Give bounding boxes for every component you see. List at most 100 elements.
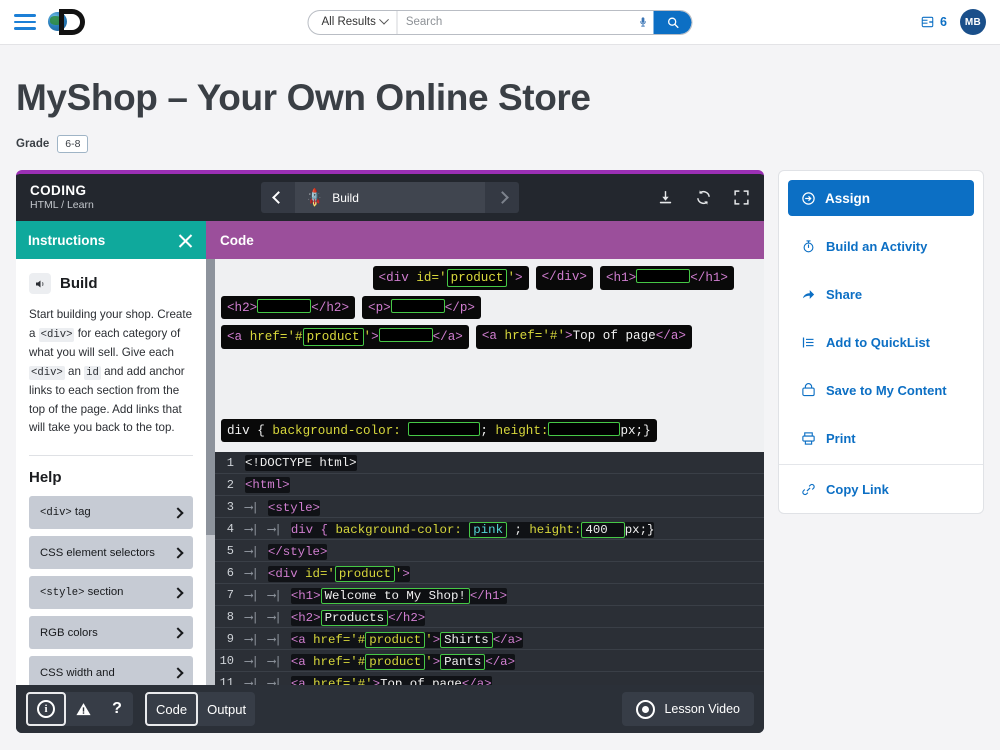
line-content[interactable]: ⟶| ⟶| <h1> Welcome to My Shop! </h1> <box>241 587 508 604</box>
speaker-icon[interactable] <box>29 273 51 294</box>
code-line[interactable]: 9 ⟶| ⟶| <a href='# product '> Shirts </a> <box>215 628 764 651</box>
line-content[interactable]: ⟶| ⟶| div { background-color: pink ; heigh… <box>241 521 655 538</box>
top-navigation-bar: All Results 6 MB <box>0 0 1000 45</box>
discovery-education-logo[interactable] <box>48 7 90 37</box>
print-button[interactable]: Print <box>788 414 974 462</box>
line-content[interactable]: ⟶| <div id=' product '> <box>241 565 410 582</box>
next-step-button[interactable] <box>485 182 519 213</box>
quicklist-button[interactable]: 6 <box>920 15 947 29</box>
chevron-right-icon <box>172 507 184 519</box>
search-bar: All Results <box>307 9 693 35</box>
help-item-label: CSS width and <box>40 666 115 679</box>
line-number: 5 <box>226 543 234 558</box>
code-line[interactable]: 2 <html> <box>215 474 764 497</box>
help-item-4[interactable]: RGB colors <box>29 616 193 650</box>
code-line[interactable]: 1 <!DOCTYPE html> <box>215 452 764 475</box>
help-item-2[interactable]: CSS element selectors <box>29 536 193 570</box>
line-content[interactable]: <!DOCTYPE html> <box>241 454 357 471</box>
save-to-my-content-button[interactable]: Save to My Content <box>788 366 974 414</box>
build-activity-button[interactable]: Build an Activity <box>788 222 974 270</box>
instructions-heading: Build <box>60 275 98 292</box>
share-button[interactable]: Share <box>788 270 974 318</box>
step-name: Build <box>332 190 359 205</box>
divider <box>29 455 193 457</box>
line-content[interactable]: ⟶| ⟶| <h2> Products </h2> <box>241 609 426 626</box>
tab-code-view[interactable]: Code <box>145 692 199 726</box>
snippet-h1[interactable]: <h1> </h1> <box>599 266 734 291</box>
line-content[interactable]: ⟶| <style> <box>241 499 320 516</box>
search-scope-dropdown[interactable]: All Results <box>309 11 397 34</box>
snippet-div-close[interactable]: </div> <box>535 266 593 291</box>
snippet-css-rule[interactable]: div { background-color: ; height: px;} <box>221 419 657 443</box>
lesson-video-button[interactable]: Lesson Video <box>622 692 754 726</box>
print-label: Print <box>826 430 856 446</box>
code-editor[interactable]: 1 <!DOCTYPE html> 2 <html> 3 ⟶| <style> 4 ⟶| ⟶| di… <box>215 452 764 699</box>
copy-link-button[interactable]: Copy Link <box>788 465 974 513</box>
code-line[interactable]: 6 ⟶| <div id=' product '> <box>215 562 764 585</box>
widget-kicker: CODING <box>30 183 87 199</box>
snippet-anchor-product[interactable]: <a href='# product '> </a> <box>221 325 469 350</box>
code-line[interactable]: 8 ⟶| ⟶| <h2> Products </h2> <box>215 606 764 629</box>
scrollbar-thumb[interactable] <box>206 259 215 535</box>
share-arrow-icon <box>802 289 815 299</box>
add-to-quicklist-button[interactable]: Add to QuickList <box>788 318 974 366</box>
line-number: 7 <box>226 587 234 602</box>
snippet-row: <div id=' product '> </div> <h1> </h1> <box>221 266 758 291</box>
info-button[interactable]: i <box>26 692 66 726</box>
inline-code: <div> <box>29 365 65 380</box>
help-item-label: RGB colors <box>40 626 98 639</box>
line-number: 2 <box>226 477 234 492</box>
avatar-initials: MB <box>964 16 982 28</box>
grade-row: Grade 6-8 <box>16 135 1000 153</box>
link-icon <box>802 483 815 495</box>
microphone-icon[interactable] <box>632 15 654 29</box>
line-content[interactable]: ⟶| ⟶| <a href='# product '> Pants </a> <box>241 653 516 670</box>
code-line[interactable]: 10 ⟶| ⟶| <a href='# product '> Pants </a> <box>215 650 764 673</box>
line-number: 6 <box>226 565 234 580</box>
user-avatar[interactable]: MB <box>960 9 986 35</box>
code-line[interactable]: 7 ⟶| ⟶| <h1> Welcome to My Shop! </h1> <box>215 584 764 607</box>
widget-body: Build Start building your shop. Create a… <box>16 259 764 699</box>
current-step[interactable]: 🚀 Build <box>295 182 485 213</box>
line-content[interactable]: <html> <box>241 476 290 493</box>
line-number: 9 <box>226 631 234 646</box>
search-submit-button[interactable] <box>653 10 692 34</box>
tab-code-label: Code <box>220 232 254 248</box>
assign-button[interactable]: Assign <box>788 180 974 216</box>
hamburger-menu-icon[interactable] <box>14 14 36 30</box>
line-content[interactable]: ⟶| ⟶| <a href='# product '> Shirts </a> <box>241 631 523 648</box>
tab-code[interactable]: Code <box>206 221 764 259</box>
code-line[interactable]: 4 ⟶| ⟶| div { background-color: pink ; heig… <box>215 518 764 541</box>
help-item-1[interactable]: <div> tag <box>29 496 193 530</box>
code-scrollbar[interactable] <box>206 259 215 699</box>
view-tab-group: Code Output <box>145 692 256 726</box>
quicklist-count: 6 <box>940 15 947 29</box>
line-number: 8 <box>226 609 234 624</box>
line-content[interactable]: ⟶| </style> <box>241 543 328 560</box>
search-input[interactable] <box>397 10 632 34</box>
main-content: CODING HTML / Learn 🚀 Build Instructions… <box>0 153 1000 733</box>
warning-icon <box>76 702 91 715</box>
snippet-h2[interactable]: <h2> </h2> <box>221 296 356 320</box>
download-icon[interactable] <box>657 189 674 206</box>
snippet-div-open[interactable]: <div id=' product '> <box>372 266 529 291</box>
code-line[interactable]: 3 ⟶| <style> <box>215 496 764 519</box>
help-item-3[interactable]: <style> section <box>29 576 193 610</box>
instructions-panel: Build Start building your shop. Create a… <box>16 259 206 699</box>
grade-badge[interactable]: 6-8 <box>57 135 89 153</box>
fullscreen-icon[interactable] <box>733 189 750 206</box>
instructions-body: Start building your shop. Create a <div>… <box>29 306 193 438</box>
previous-step-button[interactable] <box>261 182 295 213</box>
help-button[interactable]: ? <box>101 692 133 726</box>
close-icon[interactable] <box>177 232 194 249</box>
code-line[interactable]: 5 ⟶| </style> <box>215 540 764 563</box>
tab-output-view[interactable]: Output <box>198 692 255 726</box>
snippet-anchor-top[interactable]: <a href='#'>Top of page</a> <box>475 325 692 350</box>
widget-title-block: CODING HTML / Learn <box>30 183 94 211</box>
warning-button[interactable] <box>66 692 101 726</box>
reset-icon[interactable] <box>695 189 712 206</box>
tab-instructions[interactable]: Instructions <box>16 221 206 259</box>
snippet-p[interactable]: <p> </p> <box>362 296 481 320</box>
chevron-right-icon <box>172 547 184 559</box>
snippet-row: <a href='# product '> </a> <a href='#'>Top … <box>221 325 758 350</box>
